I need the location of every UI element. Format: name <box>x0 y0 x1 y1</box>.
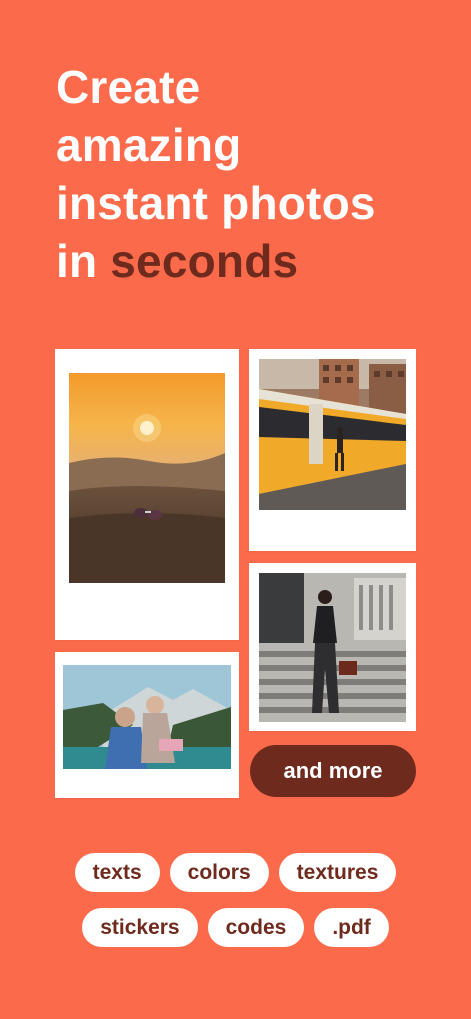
feature-tags-row-2: stickers codes .pdf <box>0 908 471 947</box>
feature-tag-colors[interactable]: colors <box>169 853 269 892</box>
feature-tag-textures[interactable]: textures <box>278 853 397 892</box>
headline-line-2: amazing <box>56 119 242 171</box>
headline-line-1: Create <box>56 61 201 113</box>
sunset-desert-photo <box>69 373 225 583</box>
headline-line-4-prefix: in <box>56 235 111 287</box>
feature-tag-texts[interactable]: texts <box>74 853 160 892</box>
couple-mountain-lake-photo <box>63 665 231 769</box>
headline: Create amazing instant photos in seconds <box>56 58 456 290</box>
headline-accent-word: seconds <box>110 235 299 287</box>
feature-tag-pdf[interactable]: .pdf <box>314 908 389 947</box>
headline-line-3: instant photos <box>56 177 376 229</box>
feature-tag-stickers[interactable]: stickers <box>82 908 198 947</box>
feature-tag-codes[interactable]: codes <box>207 908 305 947</box>
yellow-tram-street-photo <box>259 359 406 510</box>
polaroid-card-steps <box>249 563 416 731</box>
woman-on-steps-photo <box>259 573 406 722</box>
feature-tags-row-1: texts colors textures <box>0 853 471 892</box>
polaroid-card-tram <box>249 349 416 551</box>
and-more-button[interactable]: and more <box>250 745 416 797</box>
polaroid-card-couple <box>55 652 239 798</box>
polaroid-card-sunset <box>55 349 239 640</box>
